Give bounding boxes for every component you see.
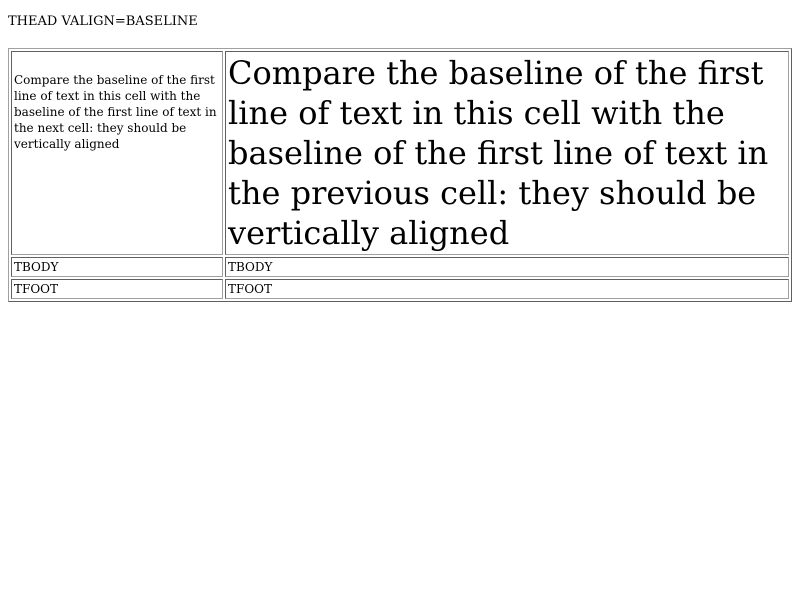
table-foot: TFOOT TFOOT <box>11 279 789 299</box>
page-heading: THEAD VALIGN=BASELINE <box>8 14 198 29</box>
baseline-test-table: Compare the baseline of the first line o… <box>8 48 792 302</box>
tbody-cell-1: TBODY <box>11 257 223 277</box>
thead-cell-large-text: Compare the baseline of the first line o… <box>225 51 789 255</box>
tfoot-cell-1: TFOOT <box>11 279 223 299</box>
tbody-cell-2: TBODY <box>225 257 789 277</box>
table-body-row: TBODY TBODY <box>11 257 789 277</box>
tfoot-cell-2: TFOOT <box>225 279 789 299</box>
table-head-row: Compare the baseline of the first line o… <box>11 51 789 255</box>
table-body: TBODY TBODY <box>11 257 789 277</box>
table-head: Compare the baseline of the first line o… <box>11 51 789 255</box>
thead-cell-small-text: Compare the baseline of the first line o… <box>11 51 223 255</box>
table-foot-row: TFOOT TFOOT <box>11 279 789 299</box>
